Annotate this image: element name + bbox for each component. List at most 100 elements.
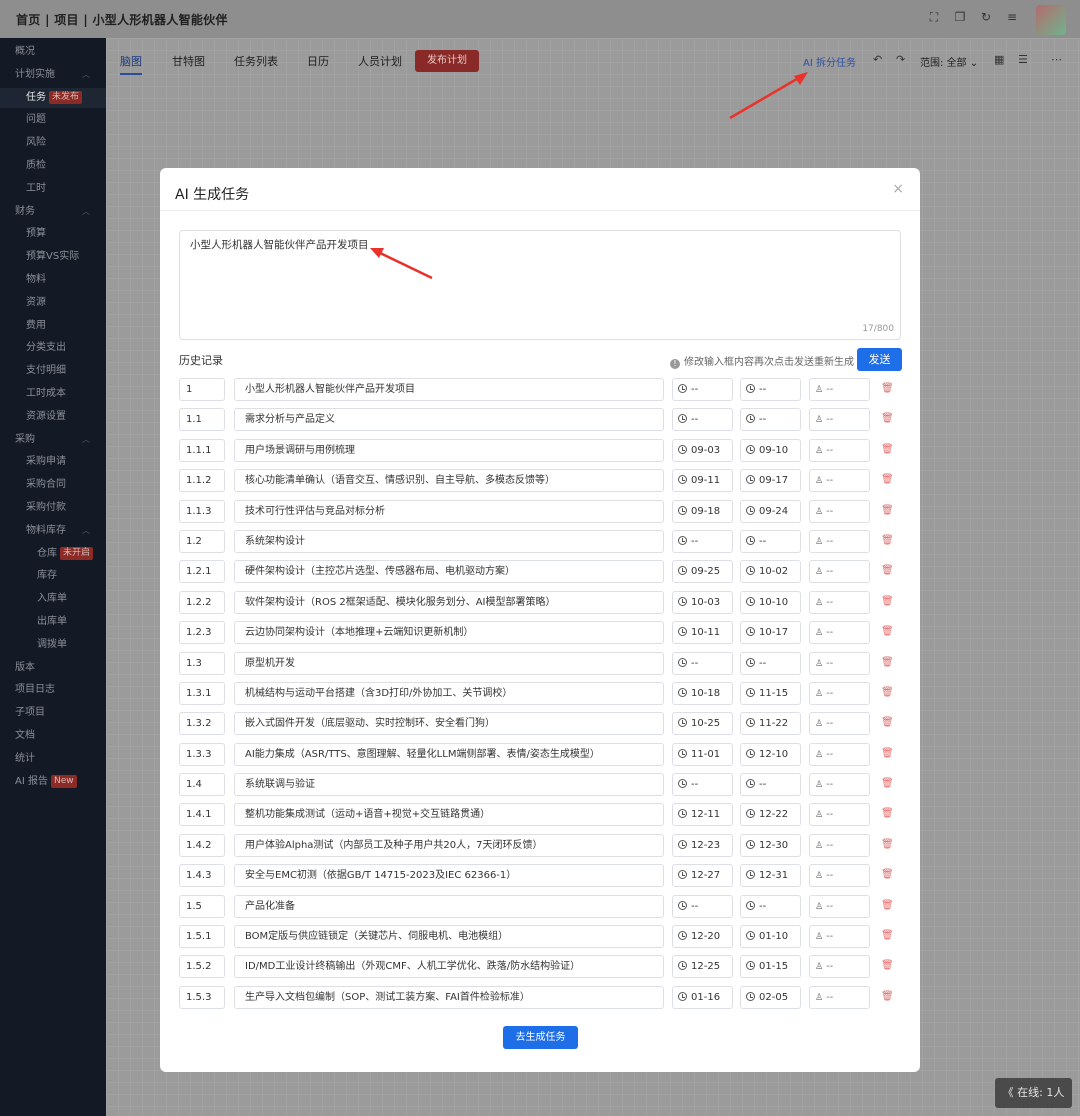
tab-gantt[interactable]: 甘特图 <box>172 53 205 69</box>
trash-icon[interactable]: 🗑 <box>881 383 894 394</box>
task-number-input[interactable]: 1.5.1 <box>179 925 225 949</box>
task-name-input[interactable]: 技术可行性评估与竞品对标分析 <box>234 499 664 523</box>
publish-plan-button[interactable]: 发布计划 <box>415 50 479 72</box>
owner-select[interactable]: ♙ -- <box>809 438 870 462</box>
end-date-picker[interactable]: 12-31 <box>740 864 801 888</box>
task-name-input[interactable]: 软件架构设计（ROS 2框架适配、模块化服务划分、AI模型部署策略） <box>234 590 664 614</box>
avatar[interactable] <box>1036 5 1066 35</box>
trash-icon[interactable]: 🗑 <box>881 930 894 941</box>
end-date-picker[interactable]: -- <box>740 651 801 675</box>
sidebar-item[interactable]: 费用 <box>0 316 106 336</box>
owner-select[interactable]: ♙ -- <box>809 742 870 766</box>
tab-mindmap[interactable]: 脑图 <box>120 53 142 75</box>
end-date-picker[interactable]: 02-05 <box>740 985 801 1009</box>
owner-select[interactable]: ♙ -- <box>809 773 870 797</box>
task-number-input[interactable]: 1.2 <box>179 529 225 553</box>
task-name-input[interactable]: 系统联调与验证 <box>234 773 664 797</box>
end-date-picker[interactable]: -- <box>740 773 801 797</box>
sidebar-item[interactable]: 工时成本 <box>0 384 106 404</box>
owner-select[interactable]: ♙ -- <box>809 408 870 432</box>
end-date-picker[interactable]: 11-15 <box>740 681 801 705</box>
sidebar-item[interactable]: 采购合同 <box>0 475 106 495</box>
task-name-input[interactable]: 机械结构与运动平台搭建（含3D打印/外协加工、关节调校） <box>234 681 664 705</box>
sidebar-item[interactable]: 物料库存 ︿ <box>0 521 106 541</box>
task-name-input[interactable]: 用户场景调研与用例梳理 <box>234 438 664 462</box>
start-date-picker[interactable]: -- <box>672 894 733 918</box>
end-date-picker[interactable]: 10-17 <box>740 621 801 645</box>
trash-icon[interactable]: 🗑 <box>881 413 894 424</box>
sidebar-item[interactable]: 工时 <box>0 179 106 199</box>
sidebar-item[interactable]: 问题 <box>0 110 106 130</box>
task-name-input[interactable]: 需求分析与产品定义 <box>234 408 664 432</box>
start-date-picker[interactable]: 12-27 <box>672 864 733 888</box>
task-name-input[interactable]: 小型人形机器人智能伙伴产品开发项目 <box>234 378 664 401</box>
end-date-picker[interactable]: 01-15 <box>740 955 801 979</box>
sidebar-item[interactable]: 资源 <box>0 293 106 313</box>
trash-icon[interactable]: 🗑 <box>881 474 894 485</box>
list-view-icon[interactable]: ☰ <box>1018 53 1028 66</box>
owner-select[interactable]: ♙ -- <box>809 621 870 645</box>
end-date-picker[interactable]: -- <box>740 378 801 401</box>
task-number-input[interactable]: 1.1.2 <box>179 469 225 493</box>
trash-icon[interactable]: 🗑 <box>881 717 894 728</box>
chevron-up-icon[interactable]: ︿ <box>82 430 90 450</box>
owner-select[interactable]: ♙ -- <box>809 469 870 493</box>
sidebar-item[interactable]: 预算VS实际 <box>0 247 106 267</box>
trash-icon[interactable]: 🗑 <box>881 444 894 455</box>
task-name-input[interactable]: ID/MD工业设计终稿输出（外观CMF、人机工学优化、跌落/防水结构验证） <box>234 955 664 979</box>
task-number-input[interactable]: 1.5.3 <box>179 985 225 1009</box>
task-name-input[interactable]: AI能力集成（ASR/TTS、意图理解、轻量化LLM端侧部署、表情/姿态生成模型… <box>234 742 664 766</box>
task-number-input[interactable]: 1.4.2 <box>179 833 225 857</box>
sidebar-item[interactable]: 支付明细 <box>0 361 106 381</box>
tab-task-list[interactable]: 任务列表 <box>234 53 278 69</box>
start-date-picker[interactable]: -- <box>672 651 733 675</box>
sidebar-item[interactable]: 采购申请 <box>0 452 106 472</box>
start-date-picker[interactable]: 01-16 <box>672 985 733 1009</box>
chevron-up-icon[interactable]: ︿ <box>82 521 90 541</box>
end-date-picker[interactable]: 10-02 <box>740 560 801 584</box>
trash-icon[interactable]: 🗑 <box>881 748 894 759</box>
task-name-input[interactable]: 原型机开发 <box>234 651 664 675</box>
sidebar-item[interactable]: 任务 未发布 <box>0 87 106 108</box>
start-date-picker[interactable]: -- <box>672 529 733 553</box>
owner-select[interactable]: ♙ -- <box>809 378 870 401</box>
sidebar-item[interactable]: 入库单 <box>0 589 106 609</box>
start-date-picker[interactable]: 10-18 <box>672 681 733 705</box>
sidebar-item[interactable]: 预算 <box>0 224 106 244</box>
end-date-picker[interactable]: 09-24 <box>740 499 801 523</box>
task-number-input[interactable]: 1.2.2 <box>179 590 225 614</box>
owner-select[interactable]: ♙ -- <box>809 894 870 918</box>
task-number-input[interactable]: 1.4.3 <box>179 864 225 888</box>
task-name-input[interactable]: 产品化准备 <box>234 894 664 918</box>
trash-icon[interactable]: 🗑 <box>881 808 894 819</box>
owner-select[interactable]: ♙ -- <box>809 681 870 705</box>
sidebar-item[interactable]: 版本 <box>0 658 106 678</box>
end-date-picker[interactable]: 09-10 <box>740 438 801 462</box>
task-number-input[interactable]: 1.1.1 <box>179 438 225 462</box>
task-number-input[interactable]: 1.2.3 <box>179 621 225 645</box>
sidebar-item[interactable]: 项目日志 <box>0 680 106 700</box>
task-number-input[interactable]: 1.3.2 <box>179 712 225 736</box>
start-date-picker[interactable]: 09-25 <box>672 560 733 584</box>
task-name-input[interactable]: 系统架构设计 <box>234 529 664 553</box>
end-date-picker[interactable]: -- <box>740 529 801 553</box>
trash-icon[interactable]: 🗑 <box>881 778 894 789</box>
task-number-input[interactable]: 1.2.1 <box>179 560 225 584</box>
owner-select[interactable]: ♙ -- <box>809 985 870 1009</box>
trash-icon[interactable]: 🗑 <box>881 626 894 637</box>
breadcrumb[interactable]: 首页 | 项目 | 小型人形机器人智能伙伴 <box>16 11 228 28</box>
start-date-picker[interactable]: 10-03 <box>672 590 733 614</box>
owner-select[interactable]: ♙ -- <box>809 712 870 736</box>
trash-icon[interactable]: 🗑 <box>881 687 894 698</box>
task-name-input[interactable]: 用户体验Alpha测试（内部员工及种子用户共20人，7天闭环反馈） <box>234 833 664 857</box>
trash-icon[interactable]: 🗑 <box>881 657 894 668</box>
trash-icon[interactable]: 🗑 <box>881 960 894 971</box>
end-date-picker[interactable]: -- <box>740 408 801 432</box>
task-name-input[interactable]: 嵌入式固件开发（底层驱动、实时控制环、安全看门狗） <box>234 712 664 736</box>
start-date-picker[interactable]: 12-25 <box>672 955 733 979</box>
trash-icon[interactable]: 🗑 <box>881 505 894 516</box>
owner-select[interactable]: ♙ -- <box>809 529 870 553</box>
owner-select[interactable]: ♙ -- <box>809 833 870 857</box>
task-name-input[interactable]: 整机功能集成测试（运动+语音+视觉+交互链路贯通） <box>234 803 664 827</box>
prompt-input[interactable]: 小型人形机器人智能伙伴产品开发项目 17/800 <box>179 230 901 340</box>
